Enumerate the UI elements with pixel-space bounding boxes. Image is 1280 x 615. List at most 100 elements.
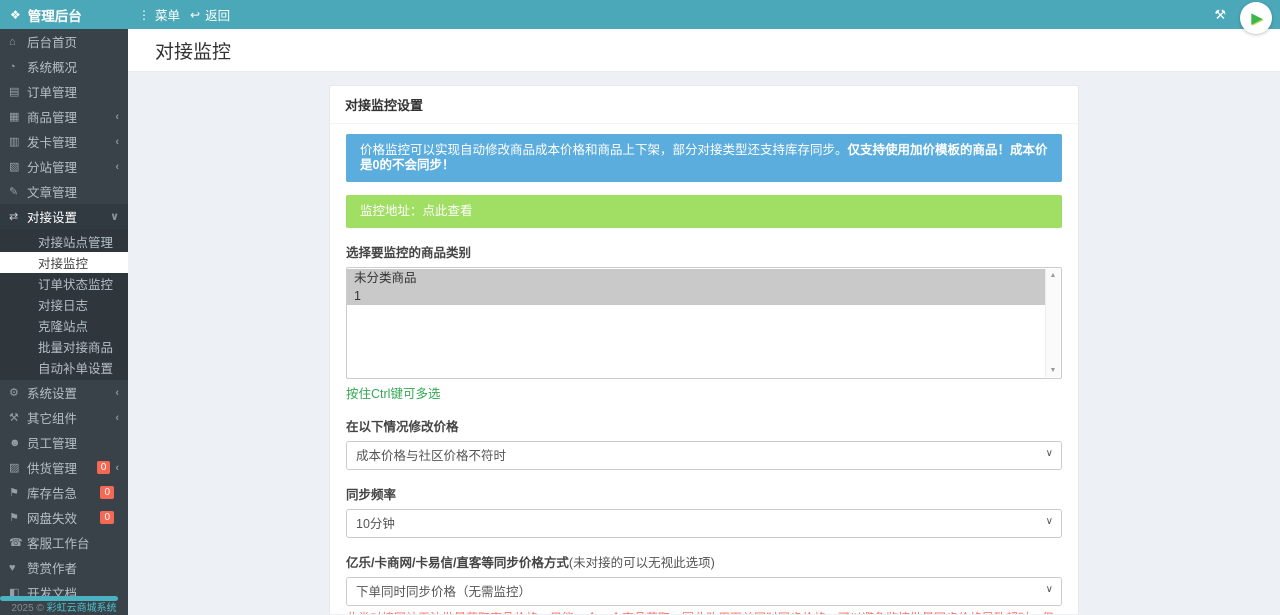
brand-label: 管理后台 xyxy=(28,5,82,25)
sidebar-item-card-issuing[interactable]: ▥ 发卡管理 ‹ xyxy=(0,129,128,154)
wrench-icon[interactable]: ⚒ xyxy=(1214,7,1226,23)
sidebar-item-supply[interactable]: ▨ 供货管理 0 ‹ xyxy=(0,455,128,480)
count-badge: 0 xyxy=(97,461,111,474)
sidebar-item-label: 订单管理 xyxy=(27,82,119,101)
sidebar-item-donate[interactable]: ♥ 赞赏作者 xyxy=(0,555,128,580)
sidebar-item-label: 客服工作台 xyxy=(27,533,119,552)
scroll-up-icon[interactable]: ▲ xyxy=(1046,272,1060,279)
category-label: 选择要监控的商品类别 xyxy=(346,242,1062,261)
page-header: 对接监控 xyxy=(128,29,1280,72)
submenu-item-docking-monitor[interactable]: 对接监控 xyxy=(0,252,128,273)
sidebar-item-label: 对接设置 xyxy=(27,207,110,226)
sidebar-item-substations[interactable]: ▧ 分站管理 ‹ xyxy=(0,154,128,179)
scroll-down-icon[interactable]: ▼ xyxy=(1046,367,1060,374)
sidebar-item-articles[interactable]: ✎ 文章管理 xyxy=(0,179,128,204)
megaphone-icon: ⚑ xyxy=(9,486,27,499)
submenu-item-docking-logs[interactable]: 对接日志 xyxy=(0,294,128,315)
chevron-left-icon: ‹ xyxy=(115,387,119,399)
chevron-left-icon: ‹ xyxy=(115,412,119,424)
sidebar-footer: 2025 © 彩虹云商城系统 xyxy=(0,599,128,614)
sidebar-item-products[interactable]: ▦ 商品管理 ‹ xyxy=(0,104,128,129)
sidebar-item-stock-alert[interactable]: ⚑ 库存告急 0 xyxy=(0,480,128,505)
price-condition-select-wrap: 成本价格与社区价格不符时 ∨ xyxy=(346,441,1062,470)
sidebar-item-service-workbench[interactable]: ☎ 客服工作台 xyxy=(0,530,128,555)
copyright-text: 2025 © xyxy=(11,603,43,614)
menu-label: 菜单 xyxy=(155,5,180,24)
multiselect-hint: 按住Ctrl键可多选 xyxy=(346,383,1062,402)
price-sync-method-select[interactable]: 下单同时同步价格（无需监控） xyxy=(346,577,1062,606)
tools-icon: ⚒ xyxy=(9,411,27,424)
top-bar: ❖ 管理后台 ⋮ 菜单 ↩ 返回 ⚒ ▶ xyxy=(0,0,1280,29)
sidebar-item-label: 分站管理 xyxy=(27,157,115,176)
brand[interactable]: ❖ 管理后台 xyxy=(0,5,128,25)
sidebar-item-overview[interactable]: ◔ 系统概况 xyxy=(0,54,128,79)
price-condition-select[interactable]: 成本价格与社区价格不符时 xyxy=(346,441,1062,470)
sidebar-item-label: 系统概况 xyxy=(27,57,119,76)
sidebar-item-label: 网盘失效 xyxy=(27,508,95,527)
method-label-normal: (未对接的可以无视此选项) xyxy=(569,556,715,570)
monitor-address-alert: 监控地址：点此查看 xyxy=(346,195,1062,228)
sidebar-item-label: 文章管理 xyxy=(27,182,119,201)
sidebar-item-other-components[interactable]: ⚒ 其它组件 ‹ xyxy=(0,405,128,430)
chevron-down-icon: ∨ xyxy=(110,210,119,223)
back-label: 返回 xyxy=(205,5,230,24)
sidebar-item-staff[interactable]: ☻ 员工管理 xyxy=(0,430,128,455)
sidebar-item-label: 商品管理 xyxy=(27,107,115,126)
price-monitor-info-alert: 价格监控可以实现自动修改商品成本价格和商品上下架，部分对接类型还支持库存同步。仅… xyxy=(346,134,1062,182)
heart-icon: ♥ xyxy=(9,562,27,574)
main-area: 对接监控 对接监控设置 价格监控可以实现自动修改商品成本价格和商品上下架，部分对… xyxy=(128,0,1280,615)
user-icon: ☻ xyxy=(9,437,27,449)
submenu-item-docking-sites[interactable]: 对接站点管理 xyxy=(0,231,128,252)
sidebar-item-docking-settings[interactable]: ⇄ 对接设置 ∨ xyxy=(0,204,128,229)
category-option[interactable]: 1 xyxy=(347,287,1045,305)
submenu-item-order-status-monitor[interactable]: 订单状态监控 xyxy=(0,273,128,294)
method-note: 此类对接网站无法批量获取商品价格，只能一个一个商品获取，因此改用下单同时同步价格… xyxy=(346,611,1062,614)
view-monitor-link[interactable]: 点此查看 xyxy=(423,204,473,218)
chevron-left-icon: ‹ xyxy=(115,462,119,474)
gear-icon: ⚙ xyxy=(9,386,27,399)
sidebar: ⌂ 后台首页 ◔ 系统概况 ▤ 订单管理 ▦ 商品管理 ‹ ▥ 发卡管理 ‹ ▧… xyxy=(0,29,128,615)
category-option[interactable]: 未分类商品 xyxy=(347,269,1045,287)
chevron-left-icon: ‹ xyxy=(115,161,119,173)
exchange-icon: ⇄ xyxy=(9,210,27,223)
category-multiselect[interactable]: 未分类商品 1 ▲ ▼ xyxy=(346,267,1062,379)
content-area: 对接监控设置 价格监控可以实现自动修改商品成本价格和商品上下架，部分对接类型还支… xyxy=(128,72,1280,614)
sync-frequency-select-wrap: 10分钟 ∨ xyxy=(346,509,1062,538)
play-icon: ▶ xyxy=(1251,9,1263,27)
table-icon: ▥ xyxy=(9,135,27,148)
home-icon: ⌂ xyxy=(9,36,27,48)
sidebar-item-home[interactable]: ⌂ 后台首页 xyxy=(0,29,128,54)
headset-icon: ☎ xyxy=(9,536,27,549)
back-button[interactable]: ↩ 返回 xyxy=(190,5,230,24)
docking-monitor-card: 对接监控设置 价格监控可以实现自动修改商品成本价格和商品上下架，部分对接类型还支… xyxy=(329,85,1079,614)
method-label-bold: 亿乐/卡商网/卡易信/直客等同步价格方式 xyxy=(346,556,569,570)
app-logo[interactable]: ▶ xyxy=(1240,2,1272,34)
sidebar-item-label: 员工管理 xyxy=(27,433,119,452)
sidebar-item-label: 后台首页 xyxy=(27,32,119,51)
brand-icon: ❖ xyxy=(10,8,21,22)
alert-text: 价格监控可以实现自动修改商品成本价格和商品上下架，部分对接类型还支持库存同步。 xyxy=(360,143,848,157)
system-link[interactable]: 彩虹云商城系统 xyxy=(47,603,117,614)
sitemap-icon: ▧ xyxy=(9,160,27,173)
submenu-item-batch-docking[interactable]: 批量对接商品 xyxy=(0,336,128,357)
monitor-address-label: 监控地址： xyxy=(360,204,423,218)
cart-icon: ▦ xyxy=(9,110,27,123)
gauge-icon: ◔ xyxy=(9,61,27,73)
sidebar-item-label: 系统设置 xyxy=(27,383,115,402)
price-condition-label: 在以下情况修改价格 xyxy=(346,416,1062,435)
chevron-left-icon: ‹ xyxy=(115,111,119,123)
docking-settings-submenu: 对接站点管理 对接监控 订单状态监控 对接日志 克隆站点 批量对接商品 自动补单… xyxy=(0,229,128,380)
submenu-item-clone-site[interactable]: 克隆站点 xyxy=(0,315,128,336)
sidebar-item-orders[interactable]: ▤ 订单管理 xyxy=(0,79,128,104)
sidebar-item-label: 发卡管理 xyxy=(27,132,115,151)
sidebar-item-netdisk-invalid[interactable]: ⚑ 网盘失效 0 xyxy=(0,505,128,530)
price-sync-method-label: 亿乐/卡商网/卡易信/直客等同步价格方式(未对接的可以无视此选项) xyxy=(346,552,1062,571)
sidebar-item-label: 供货管理 xyxy=(27,458,92,477)
chevron-left-icon: ‹ xyxy=(115,136,119,148)
sync-frequency-select[interactable]: 10分钟 xyxy=(346,509,1062,538)
submenu-item-auto-reorder[interactable]: 自动补单设置 xyxy=(0,357,128,378)
sidebar-item-system-settings[interactable]: ⚙ 系统设置 ‹ xyxy=(0,380,128,405)
listbox-scrollbar[interactable]: ▲ ▼ xyxy=(1045,269,1060,377)
menu-icon: ⋮ xyxy=(138,8,150,22)
menu-toggle-button[interactable]: ⋮ 菜单 xyxy=(138,5,180,24)
